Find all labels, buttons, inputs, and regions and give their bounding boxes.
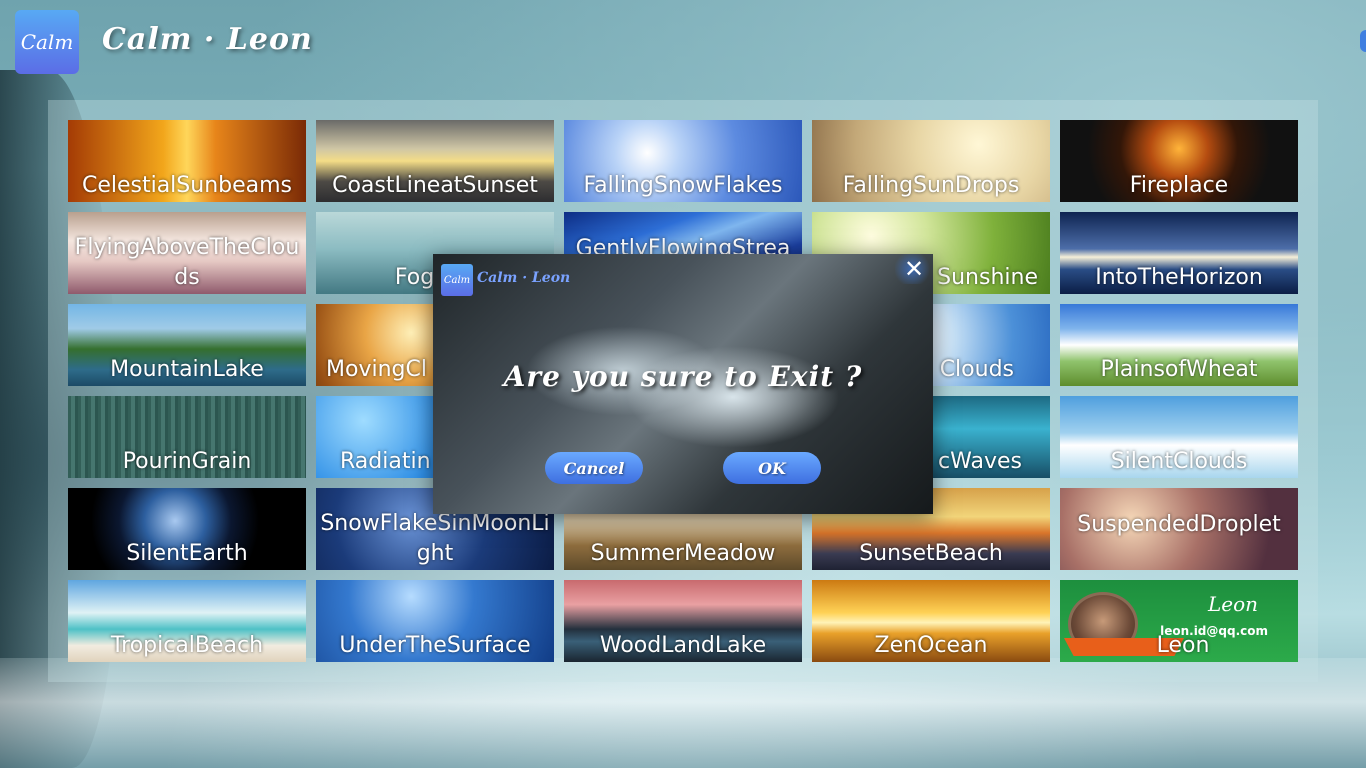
scene-tile-coastline-at-sunset[interactable]: CoastLineatSunset (316, 120, 554, 202)
scene-tile-label: WoodLandLake (599, 633, 767, 658)
window-edge-handle (1360, 30, 1366, 52)
scene-tile-label: FallingSunDrops (842, 173, 1020, 198)
scene-tile-label: IntoTheHorizon (1095, 265, 1263, 290)
scene-tile-suspended-droplet[interactable]: SuspendedDroplet (1060, 488, 1298, 570)
scene-tile-label: TropicalBeach (110, 633, 264, 658)
scene-tile-label: PlainsofWheat (1100, 357, 1258, 382)
scene-tile-zen-ocean[interactable]: ZenOcean (812, 580, 1050, 662)
scene-tile-falling-sundrops[interactable]: FallingSunDrops (812, 120, 1050, 202)
scene-tile-label: SilentClouds (1110, 449, 1248, 474)
scene-tile-leon[interactable]: Leon leon.id@qq.com Leon (1060, 580, 1298, 662)
scene-tile-label: CelestialSunbeams (81, 173, 293, 198)
scene-tile-woodland-lake[interactable]: WoodLandLake (564, 580, 802, 662)
scene-tile-label: CoastLineatSunset (332, 173, 538, 198)
scene-tile-under-the-surface[interactable]: UnderTheSurface (316, 580, 554, 662)
scene-tile-tropical-beach[interactable]: TropicalBeach (68, 580, 306, 662)
scene-tile-plains-of-wheat[interactable]: PlainsofWheat (1060, 304, 1298, 386)
exit-confirm-dialog: Calm Calm · Leon ✕ Are you sure to Exit … (433, 254, 933, 514)
scene-tile-fireplace[interactable]: Fireplace (1060, 120, 1298, 202)
dialog-logo-text: Calm (443, 274, 471, 286)
scene-tile-falling-snowflakes[interactable]: FallingSnowFlakes (564, 120, 802, 202)
app-logo: Calm (15, 10, 79, 74)
app-logo-text: Calm (20, 30, 74, 54)
scene-tile-label: SilentEarth (126, 541, 248, 566)
scene-tile-silent-clouds[interactable]: SilentClouds (1060, 396, 1298, 478)
scene-tile-label: MountainLake (110, 357, 264, 382)
scene-tile-celestial-sunbeams[interactable]: CelestialSunbeams (68, 120, 306, 202)
scene-tile-label: SuspendedDroplet (1077, 512, 1281, 537)
scene-tile-label: FlyingAboveTheClouds (74, 235, 300, 290)
ok-button[interactable]: OK (723, 452, 821, 484)
app-title: Calm · Leon (102, 22, 313, 57)
scene-tile-label: Leon (1156, 633, 1210, 658)
dialog-app-logo: Calm (441, 264, 473, 296)
dialog-title: Calm · Leon (477, 270, 571, 286)
scene-tile-pouring-rain[interactable]: PourinGrain (68, 396, 306, 478)
close-icon[interactable]: ✕ (895, 254, 933, 284)
scene-tile-label: UnderTheSurface (339, 633, 531, 658)
scene-tile-into-the-horizon[interactable]: IntoTheHorizon (1060, 212, 1298, 294)
scene-tile-mountain-lake[interactable]: MountainLake (68, 304, 306, 386)
scene-tile-flying-above-the-clouds[interactable]: FlyingAboveTheClouds (68, 212, 306, 294)
scene-tile-label: Fireplace (1129, 173, 1229, 198)
scene-tile-label: ZenOcean (874, 633, 988, 658)
scene-tile-label: PourinGrain (122, 449, 252, 474)
scene-tile-silent-earth[interactable]: SilentEarth (68, 488, 306, 570)
dialog-message: Are you sure to Exit ? (503, 360, 863, 393)
scene-tile-label: FallingSnowFlakes (583, 173, 783, 198)
cancel-button[interactable]: Cancel (545, 452, 643, 484)
